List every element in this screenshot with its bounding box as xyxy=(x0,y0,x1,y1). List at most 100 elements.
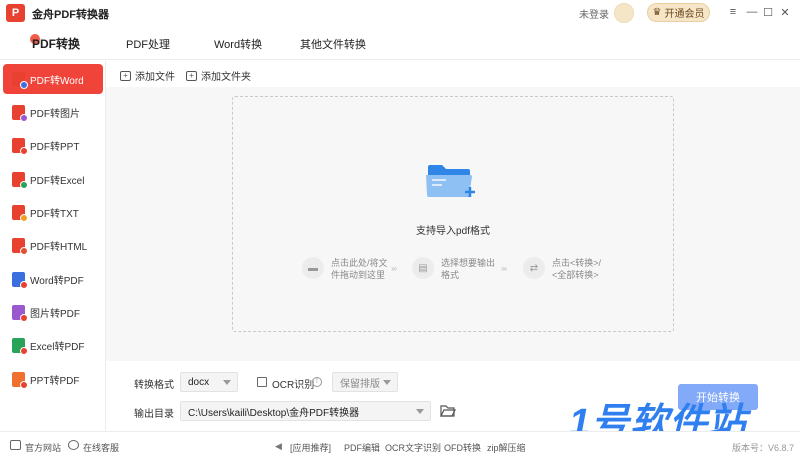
add-file-button[interactable]: + 添加文件 xyxy=(120,68,175,83)
drop-hint: 支持导入pdf格式 xyxy=(416,226,490,237)
app-logo: P xyxy=(6,4,25,22)
layout-select[interactable]: 保留排版 xyxy=(332,372,398,392)
version-text: 版本号：V6.8.7 xyxy=(732,443,795,453)
website-icon xyxy=(10,440,21,450)
sidebar-item-label: PDF转HTML xyxy=(30,241,88,253)
output-path-select[interactable]: C:\Users\kaili\Desktop\金舟PDF转换器 xyxy=(180,401,431,421)
tab-other-convert[interactable]: 其他文件转换 xyxy=(300,36,366,52)
sidebar-item-label: PDF转TXT xyxy=(30,208,79,220)
menu-icon[interactable]: ≡ xyxy=(725,4,741,20)
status-bar: 官方网站 在线客服 ◀ [应用推荐] PDF编辑 OCR文字识别 OFD转换 z… xyxy=(0,431,800,458)
folder-icon: ▬ xyxy=(302,257,324,279)
open-folder-icon[interactable] xyxy=(440,404,456,417)
step-1-text: 点击此处/将文 件拖动到这里 xyxy=(331,257,388,281)
headset-icon xyxy=(68,440,79,450)
pdf-file-icon xyxy=(12,137,28,155)
step-arrow: ››› xyxy=(501,264,507,273)
word-file-icon xyxy=(12,271,28,289)
sidebar-item[interactable]: PPT转PDF xyxy=(3,364,103,394)
tab-pdf-process[interactable]: PDF处理 xyxy=(126,36,170,52)
link-ofd[interactable]: OFD转换 xyxy=(444,441,481,454)
app-title: 金舟PDF转换器 xyxy=(32,9,109,21)
ocr-label: OCR识别 xyxy=(272,380,315,391)
chevron-down-icon xyxy=(223,380,231,385)
toolbar: + 添加文件 + 添加文件夹 xyxy=(106,61,800,87)
format-select[interactable]: docx xyxy=(180,372,238,392)
output-label: 输出目录 xyxy=(134,409,174,420)
format-icon: ▤ xyxy=(412,257,434,279)
step-1-line-2: 件拖动到这里 xyxy=(331,270,386,280)
add-folder-label: 添加文件夹 xyxy=(201,72,251,83)
step-2-line-2: 格式 xyxy=(441,270,460,280)
sidebar: PDF转Word PDF转图片 PDF转PPT PDF转Excel PDF转TX… xyxy=(0,61,106,431)
step-3-line-1: 点击<转换>/ xyxy=(552,258,602,268)
image-file-icon xyxy=(12,304,28,322)
add-folder-button[interactable]: + 添加文件夹 xyxy=(186,68,251,83)
step-3-line-2: <全部转换> xyxy=(552,270,599,280)
sidebar-item[interactable]: PDF转TXT xyxy=(3,197,103,227)
service-link[interactable]: 在线客服 xyxy=(83,441,119,454)
start-convert-button[interactable]: 开始转换 xyxy=(678,384,758,410)
add-file-icon: + xyxy=(120,70,131,81)
output-path: C:\Users\kaili\Desktop\金舟PDF转换器 xyxy=(188,407,360,419)
title-bar: P 金舟PDF转换器 未登录 ♛ 开通会员 ≡ — ☐ ✕ xyxy=(0,0,800,26)
main-tabs: PDF转换 PDF处理 Word转换 其他文件转换 xyxy=(0,26,800,60)
sidebar-item-label: PPT转PDF xyxy=(30,375,80,387)
add-folder-icon: + xyxy=(186,70,197,81)
pdf-file-icon xyxy=(12,104,28,122)
sidebar-item-label: 图片转PDF xyxy=(30,308,80,320)
excel-file-icon xyxy=(12,337,28,355)
avatar[interactable] xyxy=(614,3,634,23)
sidebar-item[interactable]: PDF转Word xyxy=(3,64,103,94)
link-pdf-edit[interactable]: PDF编辑 xyxy=(344,441,380,454)
tab-pdf-convert[interactable]: PDF转换 xyxy=(32,35,80,52)
sidebar-item-label: Word转PDF xyxy=(30,275,84,287)
step-2-text: 选择想要输出 格式 xyxy=(441,257,495,281)
sidebar-item[interactable]: Excel转PDF xyxy=(3,330,103,360)
sidebar-item-label: PDF转PPT xyxy=(30,141,80,153)
sidebar-item[interactable]: PDF转图片 xyxy=(3,97,103,127)
convert-icon: ⇄ xyxy=(523,257,545,279)
step-arrow: ››› xyxy=(391,264,397,273)
layout-value: 保留排版 xyxy=(340,378,380,390)
step-1-line-1: 点击此处/将文 xyxy=(331,258,388,268)
sidebar-item[interactable]: PDF转HTML xyxy=(3,230,103,260)
drop-zone[interactable] xyxy=(232,96,674,332)
pdf-file-icon xyxy=(12,204,28,222)
sidebar-item-label: PDF转Word xyxy=(30,75,84,87)
maximize-icon[interactable]: ☐ xyxy=(760,4,776,20)
folder-add-icon xyxy=(426,165,475,197)
format-label: 转换格式 xyxy=(134,380,174,391)
pdf-file-icon xyxy=(12,71,28,89)
pdf-file-icon xyxy=(12,171,28,189)
login-status[interactable]: 未登录 xyxy=(579,6,609,21)
minimize-icon[interactable]: — xyxy=(744,4,760,20)
crown-icon: ♛ xyxy=(652,7,662,18)
sidebar-item-label: Excel转PDF xyxy=(30,341,85,353)
link-zip[interactable]: zip解压缩 xyxy=(487,441,526,454)
vip-button-label: 开通会员 xyxy=(664,9,705,20)
tab-word-convert[interactable]: Word转换 xyxy=(214,36,262,52)
link-ocr[interactable]: OCR文字识别 xyxy=(385,441,441,454)
vip-button[interactable]: ♛ 开通会员 xyxy=(647,3,710,22)
speaker-icon: ◀ xyxy=(275,441,282,451)
ppt-file-icon xyxy=(12,371,28,389)
chevron-down-icon xyxy=(416,409,424,414)
sidebar-item-label: PDF转Excel xyxy=(30,175,85,187)
sidebar-item[interactable]: PDF转PPT xyxy=(3,130,103,160)
chevron-down-icon xyxy=(383,380,391,385)
recommend-label: [应用推荐] xyxy=(290,443,332,453)
info-icon[interactable]: ! xyxy=(312,377,322,387)
step-3-text: 点击<转换>/ <全部转换> xyxy=(552,257,601,281)
sidebar-item[interactable]: PDF转Excel xyxy=(3,164,103,194)
website-link[interactable]: 官方网站 xyxy=(25,441,61,454)
close-icon[interactable]: ✕ xyxy=(777,4,793,20)
add-file-label: 添加文件 xyxy=(135,72,175,83)
sidebar-item[interactable]: 图片转PDF xyxy=(3,297,103,327)
ocr-checkbox[interactable] xyxy=(257,377,267,387)
sidebar-item[interactable]: Word转PDF xyxy=(3,264,103,294)
step-2-line-1: 选择想要输出 xyxy=(441,258,496,268)
sidebar-item-label: PDF转图片 xyxy=(30,108,80,120)
pdf-file-icon xyxy=(12,237,28,255)
format-value: docx xyxy=(188,376,210,388)
